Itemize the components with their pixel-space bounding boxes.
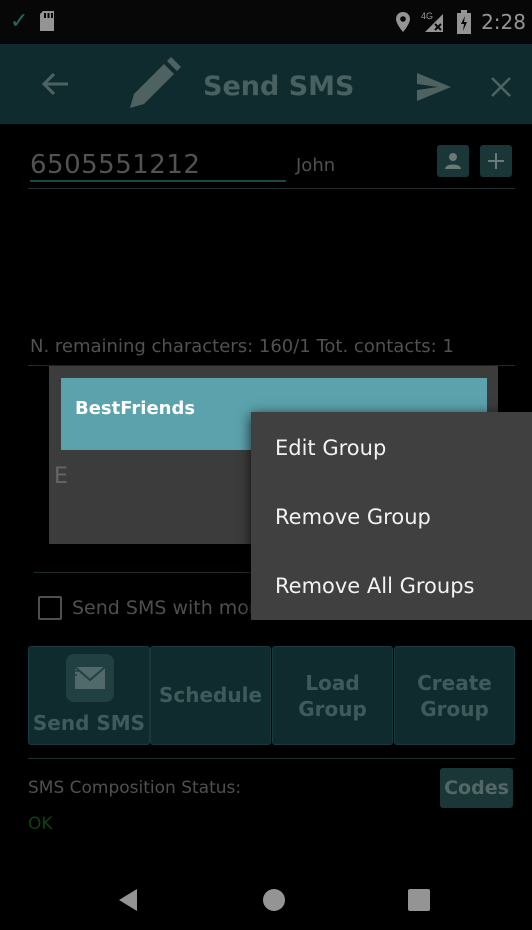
menu-item-remove-all-groups[interactable]: Remove All Groups (275, 574, 474, 598)
menu-item-edit-group[interactable]: Edit Group (275, 436, 386, 460)
context-menu: Edit Group Remove Group Remove All Group… (251, 412, 532, 620)
dialog-partial-label: E (54, 464, 68, 489)
menu-item-remove-group[interactable]: Remove Group (275, 505, 431, 529)
group-name: BestFriends (75, 398, 196, 419)
